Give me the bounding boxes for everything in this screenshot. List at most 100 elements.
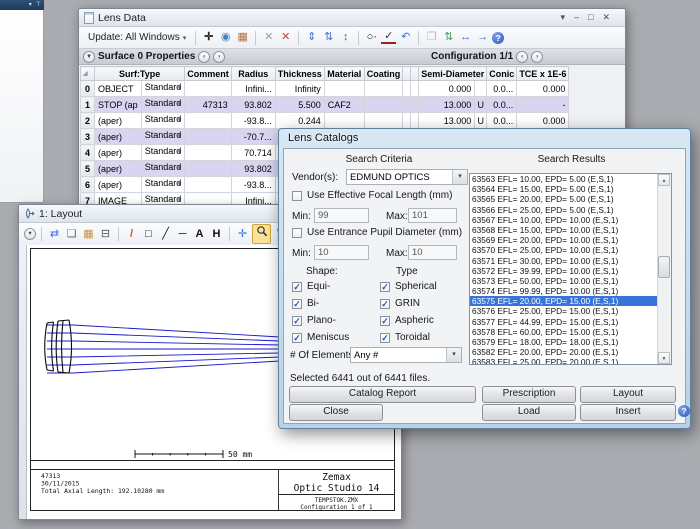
cell-radius[interactable]: -93.8... (231, 177, 275, 193)
checkbox-checked[interactable]: ✓ (292, 316, 302, 326)
result-item[interactable]: 63571 EFL= 30.00, EPD= 10.00 (E,S,1) (470, 256, 658, 266)
crosshair-icon[interactable]: ✛ (201, 30, 216, 45)
panel-menu-icon[interactable]: ▾ (29, 2, 32, 8)
cell-semi[interactable]: 13.000 (419, 97, 475, 113)
checkbox-checked[interactable]: ✓ (292, 282, 302, 292)
cell-b1[interactable] (403, 81, 411, 97)
result-item[interactable]: 63578 EFL= 60.00, EPD= 15.00 (E,S,1) (470, 327, 658, 337)
checkbox-checked[interactable]: ✓ (292, 333, 302, 343)
close-button[interactable]: Close (289, 404, 383, 421)
chevron-down-icon[interactable]: ▾ (83, 51, 95, 63)
cell-type[interactable]: ▾Standard (141, 113, 185, 129)
result-item[interactable]: 63577 EFL= 44.99, EPD= 15.00 (E,S,1) (470, 317, 658, 327)
next-config-icon[interactable]: › (531, 51, 543, 63)
results-scrollbar[interactable]: ▲ ▼ (657, 174, 671, 364)
cell-radius[interactable]: 93.802 (231, 161, 275, 177)
cell-material[interactable] (324, 113, 364, 129)
diagonal-line-icon[interactable]: ╱ (158, 227, 173, 242)
cell-comment[interactable] (185, 113, 232, 129)
surface-properties-label[interactable]: Surface 0 Properties (98, 51, 195, 62)
cell-semi[interactable]: 0.000 (419, 81, 475, 97)
efl-checkbox[interactable] (292, 191, 302, 201)
epd-max-input[interactable] (408, 245, 457, 260)
checkbox-checked[interactable]: ✓ (380, 333, 390, 343)
efl-max-input[interactable] (408, 208, 457, 223)
search-results-listbox[interactable]: 63563 EFL= 10.00, EPD= 5.00 (E,S,1)63564… (469, 173, 672, 365)
maximize-icon[interactable]: □ (588, 13, 593, 22)
cell-thickness[interactable]: 5.500 (275, 97, 324, 113)
cell-type[interactable]: ▾Standard (141, 145, 185, 161)
minimize-icon[interactable]: – (574, 13, 579, 22)
insert-button[interactable]: Insert (580, 404, 676, 421)
cell-comment[interactable] (185, 161, 232, 177)
scrollbar-thumb[interactable] (658, 256, 670, 278)
cell-comment[interactable] (185, 145, 232, 161)
horizontal-line-icon[interactable]: ─ (175, 227, 190, 242)
delete-surface-icon[interactable]: ✕ (261, 30, 276, 45)
swap-pair-icon[interactable]: ⇅ (321, 30, 336, 45)
cell-surf[interactable]: OBJECT (95, 81, 142, 97)
rectangle-icon[interactable]: □ (141, 227, 156, 242)
cell-type[interactable]: ▾Standard (141, 129, 185, 145)
cell-comment[interactable]: 47313 (185, 97, 232, 113)
epd-checkbox[interactable] (292, 228, 302, 238)
layout-collapsed-panel[interactable] (19, 245, 27, 519)
text-annotation-icon[interactable]: A (192, 227, 207, 242)
cell-tce[interactable]: - (517, 97, 569, 113)
delete-surface-red-icon[interactable]: ✕ (278, 30, 293, 45)
cell-surf[interactable]: (aper) (95, 129, 142, 145)
configuration-label[interactable]: Configuration 1/1 (431, 51, 513, 62)
update-all-windows-button[interactable]: Update: All Windows ▾ (84, 31, 190, 44)
cell-radius[interactable]: Infini... (231, 81, 275, 97)
result-item[interactable]: 63574 EFL= 99.99, EPD= 10.00 (E,S,1) (470, 286, 658, 296)
fit-horizontal-icon[interactable]: H (209, 227, 224, 242)
cell-coating[interactable] (364, 113, 403, 129)
cell-tce[interactable]: 0.000 (517, 113, 569, 129)
result-item[interactable]: 63566 EFL= 25.00, EPD= 5.00 (E,S,1) (470, 205, 658, 215)
cell-radius[interactable]: 93.802 (231, 97, 275, 113)
annotate-line-icon[interactable]: / (124, 227, 139, 242)
cell-surf[interactable]: (aper) (95, 145, 142, 161)
checkbox-row[interactable]: ✓Bi- (292, 295, 349, 312)
table-row[interactable]: 2(aper)▾Standard-93.8...0.24413.000U0.0.… (81, 113, 569, 129)
result-item[interactable]: 63572 EFL= 39.99, EPD= 10.00 (E,S,1) (470, 266, 658, 276)
result-item[interactable]: 63579 EFL= 18.00, EPD= 18.00 (E,S,1) (470, 337, 658, 347)
cell-coating[interactable] (364, 97, 403, 113)
copy-icon[interactable]: ❏ (64, 227, 79, 242)
cell-comment[interactable] (185, 81, 232, 97)
swap-updown-icon[interactable]: ⇕ (304, 30, 319, 45)
checkbox-checked[interactable]: ✓ (380, 282, 390, 292)
scroll-up-icon[interactable]: ▲ (658, 174, 670, 186)
result-item[interactable]: 63569 EFL= 20.00, EPD= 10.00 (E,S,1) (470, 235, 658, 245)
cell-coating[interactable] (364, 81, 403, 97)
prescription-button[interactable]: Prescription (482, 386, 576, 403)
checkbox-row[interactable]: ✓Equi- (292, 278, 349, 295)
arrows-leftright-icon[interactable]: ↔ (458, 30, 473, 45)
print-icon[interactable]: ⊟ (98, 227, 113, 242)
result-item[interactable]: 63563 EFL= 10.00, EPD= 5.00 (E,S,1) (470, 174, 658, 184)
table-row[interactable]: 0OBJECT▾StandardInfini...Infinity0.0000.… (81, 81, 569, 97)
checkbox-row[interactable]: ✓Toroidal (380, 329, 437, 346)
cell-material[interactable]: CAF2 (324, 97, 364, 113)
cell-flag[interactable]: U (475, 97, 487, 113)
checkbox-row[interactable]: ✓Aspheric (380, 312, 437, 329)
cell-b1[interactable] (403, 97, 411, 113)
cell-type[interactable]: ▾Standard (141, 97, 185, 113)
help-icon[interactable]: ? (492, 32, 504, 44)
settings-chevron-icon[interactable]: ▾ (24, 228, 36, 240)
prev-config-icon[interactable]: ‹ (516, 51, 528, 63)
checkbox-row[interactable]: ✓Meniscus (292, 329, 349, 346)
sync-green-icon[interactable]: ⇅ (441, 30, 456, 45)
edit-check-icon[interactable]: ✓ (381, 31, 396, 44)
cell-surf[interactable]: (aper) (95, 161, 142, 177)
efl-min-input[interactable] (314, 208, 369, 223)
image-icon[interactable]: ▦ (235, 30, 250, 45)
result-item[interactable]: 63583 EFL= 25.00, EPD= 20.00 (E,S,1) (470, 357, 658, 364)
result-item[interactable]: 63565 EFL= 20.00, EPD= 5.00 (E,S,1) (470, 194, 658, 204)
scroll-down-icon[interactable]: ▼ (658, 352, 670, 364)
result-item[interactable]: 63575 EFL= 20.00, EPD= 15.00 (E,S,1) (470, 296, 658, 306)
cell-radius[interactable]: -93.8... (231, 113, 275, 129)
cell-radius[interactable]: 70.714 (231, 145, 275, 161)
epd-checkbox-row[interactable]: Use Entrance Pupil Diameter (mm) (292, 227, 462, 238)
cell-conic[interactable]: 0.0... (487, 97, 517, 113)
